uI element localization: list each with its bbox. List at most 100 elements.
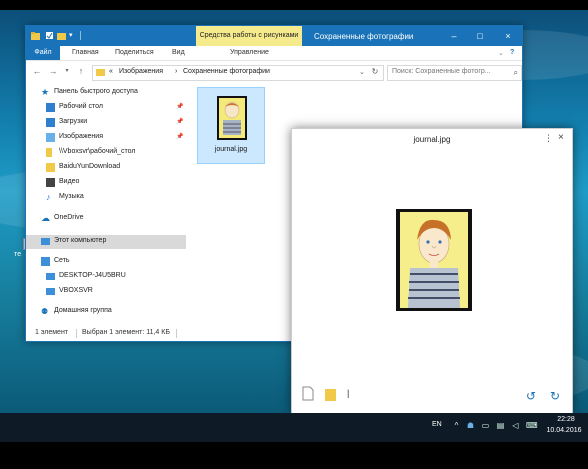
nav-vbox-desktop[interactable]: \\Vboxsvr\рабочий_стол (26, 146, 186, 160)
network-icon (41, 257, 50, 266)
nav-label: Этот компьютер (54, 237, 107, 244)
breadcrumb-saved-photos[interactable]: Сохраненные фотографии (183, 68, 270, 75)
nav-label: Изображения (59, 133, 103, 140)
tab-home[interactable]: Главная (72, 49, 99, 56)
message-icon[interactable]: ▭ (481, 421, 490, 430)
display-icon[interactable]: ▤ (496, 421, 505, 430)
tab-manage[interactable]: Управление (230, 49, 269, 56)
nav-label: Панель быстрого доступа (54, 88, 138, 95)
maximize-button[interactable]: □ (472, 30, 488, 42)
nav-desktop[interactable]: Рабочий стол 📌 (26, 101, 186, 115)
viewer-title: journal.jpg (413, 135, 451, 144)
nav-baidu[interactable]: BaiduYunDownload (26, 161, 186, 175)
divider (80, 31, 81, 40)
pictures-icon (46, 133, 55, 142)
nav-label: Рабочий стол (59, 103, 103, 110)
folder-icon (31, 32, 40, 40)
divider (176, 329, 177, 338)
nav-label: Загрузки (59, 118, 88, 125)
back-arrow-icon[interactable]: ← (32, 66, 42, 76)
close-button[interactable]: × (500, 30, 516, 42)
video-icon (46, 178, 55, 187)
ribbon-expand-icon[interactable]: ⌄ (498, 49, 504, 57)
breadcrumb-overflow[interactable]: « (109, 68, 113, 75)
keyboard-icon[interactable]: ⌨ (526, 421, 538, 430)
network-folder-icon (46, 148, 52, 157)
nav-this-pc[interactable]: Этот компьютер (26, 235, 186, 249)
item-count: 1 элемент (35, 329, 69, 336)
minimize-button[interactable]: – (446, 30, 462, 42)
pin-icon[interactable]: 📌 (176, 103, 183, 110)
network-icon[interactable]: ☗ (466, 421, 475, 430)
file-item[interactable]: journal.jpg (197, 87, 265, 164)
tab-share[interactable]: Поделиться (115, 49, 154, 56)
document-icon[interactable] (302, 386, 314, 401)
language-indicator[interactable]: EN (432, 421, 442, 428)
context-tab-label: Средства работы с рисунками (199, 32, 299, 39)
folder-icon[interactable] (325, 387, 337, 401)
rotate-left-icon[interactable]: ↺ (526, 389, 536, 403)
refresh-icon[interactable]: ↻ (368, 65, 382, 79)
help-icon[interactable]: ? (510, 49, 514, 56)
homegroup-icon: ⚉ (41, 307, 49, 316)
cloud-icon: ☁ (41, 213, 50, 223)
breadcrumb-pictures[interactable]: Изображения (119, 68, 163, 75)
pin-icon[interactable]: 📌 (176, 133, 183, 140)
nav-label: VBOXSVR (59, 287, 93, 294)
properties-icon[interactable] (45, 31, 54, 40)
address-dropdown-icon[interactable]: ⌄ (359, 68, 365, 76)
drawing-thumbnail (219, 98, 245, 138)
close-button[interactable]: × (558, 132, 564, 143)
search-placeholder: Поиск: Сохраненные фотогр... (392, 68, 491, 75)
nav-video[interactable]: Видео (26, 176, 186, 190)
star-icon: ★ (41, 87, 50, 97)
new-folder-icon[interactable] (57, 31, 66, 40)
nav-quick-access[interactable]: ★ Панель быстрого доступа (26, 86, 186, 100)
music-icon: ♪ (46, 192, 51, 202)
speaker-icon[interactable]: ◁ (511, 421, 520, 430)
search-input[interactable]: Поиск: Сохраненные фотогр... ⌕ (387, 65, 522, 81)
rotate-right-icon[interactable]: ↻ (550, 389, 560, 403)
nav-pictures[interactable]: Изображения 📌 (26, 131, 186, 145)
forward-arrow-icon[interactable]: → (48, 66, 58, 76)
clock-time[interactable]: 22:28 (546, 416, 586, 423)
folder-icon (96, 69, 105, 76)
computer-icon (41, 238, 50, 245)
more-options-icon[interactable]: ⋮ (544, 133, 553, 144)
nav-label: Сеть (54, 257, 70, 264)
chevron-up-icon[interactable]: ^ (452, 421, 461, 430)
tab-view[interactable]: Вид (172, 49, 185, 56)
selection-info: Выбран 1 элемент: 11,4 КБ (82, 329, 170, 336)
search-icon[interactable]: ⌕ (514, 68, 518, 78)
navigation-pane: ★ Панель быстрого доступа Рабочий стол 📌… (26, 83, 186, 326)
photo-frame (396, 209, 472, 311)
clock-date[interactable]: 10.04.2016 (542, 427, 586, 434)
nav-label: \\Vboxsvr\рабочий_стол (59, 148, 136, 155)
nav-vboxsvr[interactable]: VBOXSVR (26, 285, 186, 299)
computer-icon (46, 288, 55, 295)
nav-label: Видео (59, 178, 80, 185)
up-arrow-icon[interactable]: ↑ (76, 66, 86, 76)
nav-downloads[interactable]: Загрузки 📌 (26, 116, 186, 130)
nav-label: DESKTOP-J4U5BRU (59, 272, 126, 279)
desktop-icon-label: тe (14, 251, 22, 258)
screen-border (0, 442, 588, 469)
tab-file[interactable]: Файл (26, 46, 60, 60)
chevron-down-icon[interactable]: ▾ (69, 31, 78, 40)
nav-music[interactable]: ♪ Музыка (26, 191, 186, 205)
ribbon-tabs: Файл Главная Поделиться Вид Управление ⌄… (26, 46, 522, 61)
nav-network[interactable]: Сеть (26, 255, 186, 269)
pin-icon[interactable]: 📌 (176, 118, 183, 125)
breadcrumb-separator: › (175, 68, 178, 75)
recent-locations-icon[interactable]: ▾ (62, 66, 72, 76)
photo-viewer-window: journal.jpg ⋮ × | ↺ ↻ (291, 128, 573, 414)
nav-homegroup[interactable]: ⚉ Домашняя группа (26, 305, 186, 319)
nav-label: BaiduYunDownload (59, 163, 121, 170)
nav-onedrive[interactable]: ☁ OneDrive (26, 212, 186, 226)
download-icon (46, 118, 55, 127)
nav-desktop-pc[interactable]: DESKTOP-J4U5BRU (26, 270, 186, 284)
nav-label: Музыка (59, 193, 84, 200)
window-title: Сохраненные фотографии (314, 32, 414, 41)
address-bar[interactable]: « Изображения › Сохраненные фотографии ⌄ (92, 65, 384, 81)
computer-icon (46, 273, 55, 280)
